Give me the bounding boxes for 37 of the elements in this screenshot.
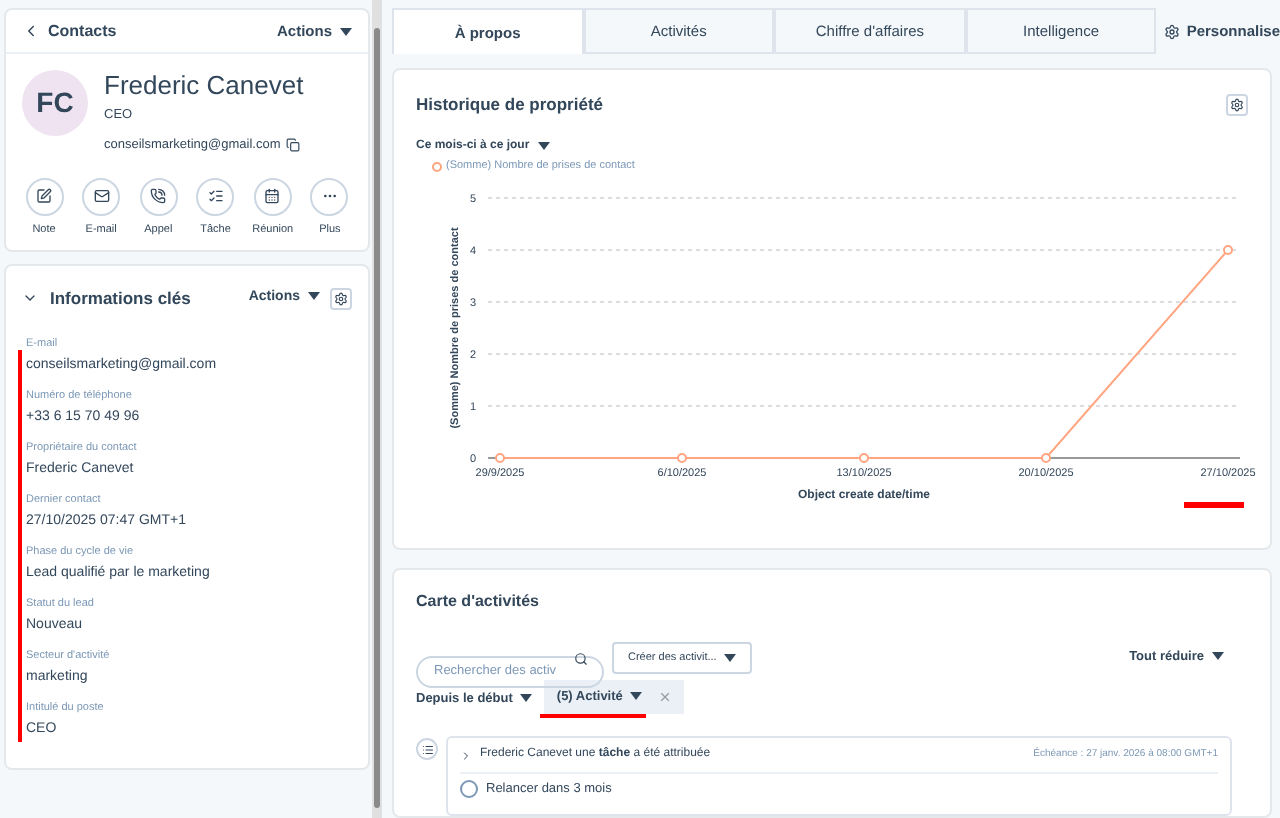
scrollbar-thumb[interactable] (374, 28, 380, 808)
task-list-icon (416, 738, 438, 760)
note-icon (36, 188, 52, 205)
avatar: FC (22, 70, 88, 136)
search-icon (574, 651, 588, 665)
card-title: Historique de propriété (416, 92, 604, 119)
card-title: Carte d'activités (416, 590, 541, 614)
contact-name: Frederic Canevet (104, 70, 304, 102)
data-point (495, 453, 505, 464)
settings-button[interactable] (330, 287, 352, 309)
legend-marker-icon (432, 161, 442, 172)
caret-icon (1212, 652, 1224, 661)
data-point (1223, 245, 1233, 256)
back-icon (22, 22, 40, 40)
meeting-icon (264, 188, 281, 205)
data-point (859, 453, 869, 464)
call-icon (150, 188, 167, 205)
task-icon (207, 188, 224, 205)
gear-icon (1164, 23, 1181, 40)
data-point (677, 453, 687, 464)
task-checkbox[interactable] (460, 780, 478, 799)
close-icon (658, 690, 673, 704)
back-link[interactable]: Contacts (22, 19, 117, 43)
chevron-right-icon (460, 749, 472, 761)
caret-icon (630, 691, 643, 700)
settings-button[interactable] (1226, 94, 1248, 117)
caret-icon (537, 141, 550, 150)
section-toggle[interactable]: Informations clés (22, 285, 191, 311)
caret-icon (724, 654, 737, 662)
caret-icon (520, 693, 533, 702)
email-icon (93, 188, 110, 205)
annotation-mark (1184, 502, 1244, 509)
annotation-mark (540, 714, 647, 718)
caret-icon (340, 27, 352, 36)
data-point (1041, 453, 1051, 464)
caret-icon (308, 291, 320, 300)
copy-icon[interactable] (286, 138, 301, 153)
